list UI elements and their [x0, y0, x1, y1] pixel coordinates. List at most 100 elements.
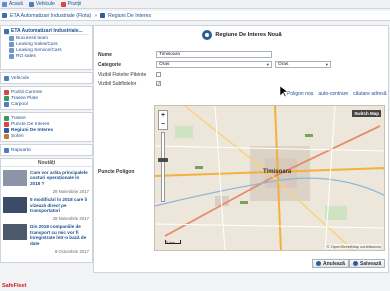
sidebar-item-label: Vehicule [11, 75, 30, 81]
region-icon [100, 13, 106, 18]
news-item-title[interactable]: Din 2018 companiile de transport cu mic … [30, 224, 90, 246]
tree-item-label: Leasing Service/Cars [16, 47, 62, 53]
tree-item-label: Bucuresti team [16, 35, 48, 41]
sidebar-item-reports[interactable]: Rapoarte [1, 147, 92, 153]
category-sub-select[interactable]: Oras [275, 61, 331, 68]
category-label: Categorie [98, 62, 122, 68]
fleet-icon [4, 28, 9, 34]
sub-visible-checkbox[interactable]: ✓ [156, 81, 161, 86]
sidebar: ETA Automatizari Industriale... Bucurest… [0, 25, 93, 291]
fleet-icon [9, 35, 14, 41]
news-item[interactable]: Din 2018 companiile de transport cu mic … [1, 221, 92, 249]
sub-visible-label: Vizibil Subflotelor [98, 81, 137, 87]
breadcrumb-separator: » [94, 12, 98, 19]
new-polygon-link[interactable]: Poligon nou [287, 91, 313, 97]
map-scale: 2 km [165, 240, 181, 245]
tree-item-label: RO sales [16, 53, 36, 59]
zoom-control: + − [158, 110, 168, 130]
sidebar-item-label: Trasee Plate [11, 95, 39, 101]
form-title-bar: Regiune De Interes Nouă [94, 29, 390, 41]
news-item[interactable]: 5 modificări în 2018 care îi vizează dir… [1, 194, 92, 216]
parent-visible-label: Vizibil Flotelor Părinte [98, 72, 147, 78]
zoom-out-icon[interactable]: − [161, 120, 165, 129]
map-tools: Poligon nou auto-centrare căutare adresă [287, 91, 387, 97]
breadcrumb-company[interactable]: ETA Automatizari Industriale (Flota) [10, 13, 91, 19]
fleet-tree-root-label: ETA Automatizari Industriale... [11, 28, 83, 34]
map-view[interactable]: + − Switch Map Timișoara 2 km © OpenStre… [154, 105, 385, 251]
route-icon [4, 115, 9, 121]
nav-positions-label: Poziții [67, 1, 82, 7]
nav-positions[interactable]: Poziții [60, 1, 82, 7]
map-pin-icon [4, 89, 9, 95]
zoom-slider-track[interactable] [161, 132, 165, 202]
mouse-cursor-icon [280, 86, 288, 98]
flag-icon [4, 121, 9, 127]
gear-icon [202, 30, 213, 40]
zoom-in-icon[interactable]: + [161, 111, 165, 120]
driver-icon [4, 133, 9, 139]
news-thumbnail [3, 224, 27, 241]
breadcrumb-page: Regiuni De Interes [108, 12, 152, 19]
cancel-icon [316, 261, 321, 266]
news-title: Noutăți [1, 159, 92, 167]
sidebar-item-label: Puncte De Interes [11, 121, 50, 127]
sidebar-item-vehicles[interactable]: Vehicule [1, 75, 92, 81]
form-title: Regiune De Interes Nouă [215, 32, 282, 38]
nav-vehicles[interactable]: Vehicule [28, 1, 55, 7]
news-item-title[interactable]: 5 modificări în 2018 care îi vizează dir… [30, 197, 90, 213]
city-label: Timișoara [263, 169, 292, 175]
tree-item[interactable]: RO sales [4, 53, 89, 59]
sidebar-item-label: Șoferi [11, 133, 24, 139]
home-icon [2, 1, 7, 7]
nav-vehicles-label: Vehicule [35, 1, 55, 7]
name-input[interactable]: Timisoara [156, 51, 272, 58]
name-label: Nume [98, 52, 112, 58]
cancel-button[interactable]: Anulează [312, 259, 349, 268]
vehicles-panel: Vehicule [0, 72, 93, 84]
save-button[interactable]: Salvează [349, 259, 386, 268]
fleet-icon [9, 41, 14, 47]
sidebar-item-label: Rapoarte [11, 147, 31, 153]
zoom-slider-handle[interactable] [158, 158, 168, 162]
news-item[interactable]: Cum vor arăta principalele costuri opera… [1, 167, 92, 189]
report-icon [4, 147, 9, 153]
map-pin-icon [60, 1, 66, 7]
switch-map-button[interactable]: Switch Map [352, 110, 381, 117]
news-thumbnail [3, 197, 27, 214]
top-nav: Acasă Vehicule Poziții [0, 0, 390, 9]
nav-home-label: Acasă [9, 1, 23, 7]
carpool-icon [4, 101, 9, 107]
polygon-points-label: Puncte Poligon [98, 169, 135, 175]
parent-visible-checkbox[interactable] [156, 72, 161, 77]
car-icon [28, 1, 34, 7]
save-button-label: Salvează [360, 260, 382, 267]
tree-item-label: Leasing Sales/Cars [16, 41, 58, 47]
sidebar-item-label: Poziții Curente [11, 89, 43, 95]
news-item-date: 9 Octombrie 2017 [54, 249, 89, 255]
breadcrumb: ETA Automatizari Industriale (Flota) » R… [0, 11, 390, 21]
routes-panel: Trasee Puncte De Interes Regiuni De Inte… [0, 112, 93, 142]
save-icon [353, 261, 358, 266]
fleet-tree: ETA Automatizari Industriale... Bucurest… [0, 25, 93, 70]
sidebar-item-label: Trasee [11, 115, 26, 121]
car-icon [4, 75, 9, 81]
sidebar-item-label: Carpool [11, 101, 28, 107]
brand-logo: SafeFleet [2, 283, 27, 289]
route-icon [4, 95, 9, 101]
nav-home[interactable]: Acasă [2, 1, 23, 7]
map-canvas [155, 106, 384, 250]
news-panel: Noutăți Cum vor arăta principalele costu… [0, 158, 93, 263]
region-icon [4, 127, 9, 133]
sidebar-item-carpool[interactable]: Carpool [1, 101, 92, 107]
news-thumbnail [3, 170, 27, 186]
cancel-button-label: Anulează [323, 260, 345, 267]
map-attribution: © OpenStreetMap contributors [326, 244, 381, 249]
region-form: Regiune De Interes Nouă Nume Timisoara C… [93, 25, 389, 273]
auto-center-link[interactable]: auto-centrare [318, 91, 348, 97]
category-select[interactable]: Oras [156, 61, 272, 68]
sidebar-item-drivers[interactable]: Șoferi [1, 133, 92, 139]
fleet-tree-root[interactable]: ETA Automatizari Industriale... [4, 28, 89, 35]
address-search-link[interactable]: căutare adresă [353, 91, 386, 97]
news-item-title[interactable]: Cum vor arăta principalele costuri opera… [30, 170, 90, 186]
fleet-icon [9, 53, 14, 59]
